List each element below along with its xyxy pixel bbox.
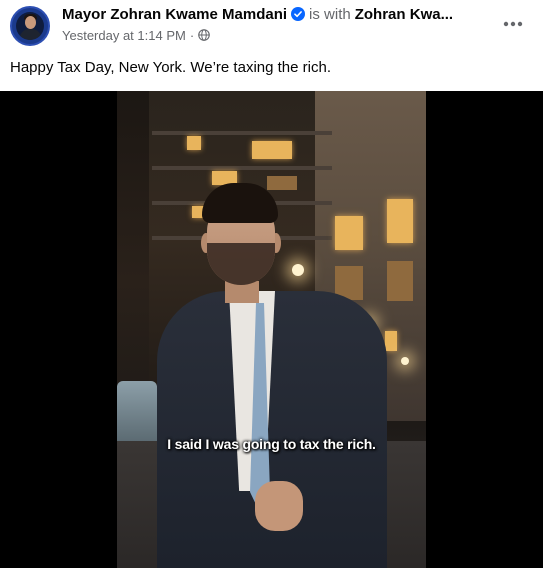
street-lamp	[401, 357, 409, 365]
verified-badge-icon	[291, 7, 306, 21]
with-label: is with	[309, 6, 351, 23]
post-message: Happy Tax Day, New York. We’re taxing th…	[10, 59, 331, 76]
speaker-figure	[157, 183, 387, 568]
more-options-button[interactable]	[497, 8, 529, 40]
video-player[interactable]: I said I was going to tax the rich.	[0, 91, 543, 568]
post-meta: Yesterday at 1:14 PM ·	[62, 27, 210, 45]
author-line: Mayor Zohran Kwame Mamdani is with Zohran …	[62, 5, 498, 25]
video-subtitle: I said I was going to tax the rich.	[167, 436, 376, 452]
post-timestamp[interactable]: Yesterday at 1:14 PM	[62, 28, 186, 43]
hands	[255, 481, 303, 531]
hair	[202, 183, 278, 223]
globe-icon[interactable]	[198, 29, 210, 41]
beard	[207, 243, 275, 285]
author-name[interactable]: Mayor Zohran Kwame Mamdani	[62, 6, 287, 23]
tagged-profile-name[interactable]: Zohran Kwa...	[355, 6, 453, 23]
author-avatar[interactable]	[10, 6, 50, 46]
video-frame: I said I was going to tax the rich.	[117, 91, 426, 568]
balcony	[152, 166, 332, 170]
balcony	[152, 131, 332, 135]
window-light	[387, 261, 413, 301]
window-light	[252, 141, 292, 159]
window-light	[187, 136, 201, 150]
window-light	[387, 199, 413, 243]
meta-separator: ·	[189, 28, 195, 43]
post-header: Mayor Zohran Kwame Mamdani is with Zohran …	[0, 0, 543, 52]
avatar-portrait	[16, 12, 44, 40]
ellipsis-icon	[503, 21, 523, 27]
